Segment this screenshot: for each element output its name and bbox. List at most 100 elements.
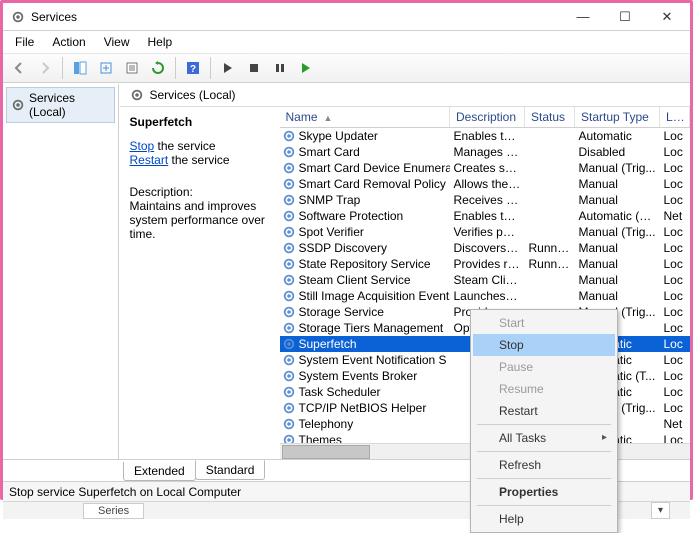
table-row[interactable]: Skype UpdaterEnables the ...AutomaticLoc xyxy=(280,128,690,145)
gear-icon xyxy=(282,305,296,319)
service-name: Storage Service xyxy=(299,305,384,319)
gear-icon xyxy=(282,273,296,287)
help-button[interactable]: ? xyxy=(181,56,205,80)
gear-icon xyxy=(282,177,296,191)
service-startup: Manual (Trig... xyxy=(575,160,660,176)
ctx-all-tasks[interactable]: All Tasks▸ xyxy=(473,427,615,449)
tree-item-services-local[interactable]: Services (Local) xyxy=(6,87,115,123)
table-row[interactable]: Spot VerifierVerifies pote...Manual (Tri… xyxy=(280,224,690,240)
restart-link[interactable]: Restart xyxy=(130,153,169,167)
table-row[interactable]: Still Image Acquisition EventsLaunches a… xyxy=(280,288,690,304)
ctx-start: Start xyxy=(473,312,615,334)
gear-icon xyxy=(282,385,296,399)
col-logon[interactable]: Log xyxy=(660,107,690,128)
toolbar: ? xyxy=(3,53,690,83)
table-row[interactable]: Smart Card Removal PolicyAllows the s...… xyxy=(280,176,690,192)
stop-service-line: Stop the service xyxy=(130,139,270,153)
service-status xyxy=(525,288,575,304)
gear-icon xyxy=(282,209,296,223)
start-service-button[interactable] xyxy=(216,56,240,80)
ctx-help[interactable]: Help xyxy=(473,508,615,530)
gear-icon xyxy=(282,353,296,367)
properties-button[interactable] xyxy=(120,56,144,80)
service-startup: Manual xyxy=(575,176,660,192)
refresh-button[interactable] xyxy=(146,56,170,80)
table-row[interactable]: SSDP DiscoveryDiscovers n...RunningManua… xyxy=(280,240,690,256)
service-name: System Events Broker xyxy=(299,369,418,383)
context-menu: Start Stop Pause Resume Restart All Task… xyxy=(470,309,618,533)
col-name[interactable]: Name▲ xyxy=(280,107,450,128)
close-button[interactable]: ✕ xyxy=(646,4,688,30)
gear-icon xyxy=(282,241,296,255)
table-row[interactable]: Steam Client ServiceSteam Clien...Manual… xyxy=(280,272,690,288)
scrollbar-thumb[interactable] xyxy=(282,445,370,459)
service-name: System Event Notification S xyxy=(299,353,447,367)
table-row[interactable]: Smart CardManages ac...DisabledLoc xyxy=(280,144,690,160)
service-logon: Loc xyxy=(660,320,690,336)
service-startup: Automatic xyxy=(575,128,660,145)
show-hide-tree-button[interactable] xyxy=(68,56,92,80)
service-name: Software Protection xyxy=(299,209,404,223)
gear-icon xyxy=(282,145,296,159)
menu-separator xyxy=(477,505,611,506)
service-status xyxy=(525,176,575,192)
service-status: Running xyxy=(525,240,575,256)
restart-service-button[interactable] xyxy=(294,56,318,80)
col-description[interactable]: Description xyxy=(450,107,525,128)
service-description: Enables the ... xyxy=(450,128,525,145)
chevron-down-icon[interactable]: ▾ xyxy=(651,502,670,519)
table-row[interactable]: Software Protection Enables the ... Automa… xyxy=(280,208,690,224)
tab-extended[interactable]: Extended xyxy=(123,462,196,481)
service-logon: Net xyxy=(660,208,690,224)
service-name: Smart Card xyxy=(299,145,360,159)
col-startup-type[interactable]: Startup Type xyxy=(575,107,660,128)
minimize-button[interactable]: — xyxy=(562,4,604,30)
stop-service-button[interactable] xyxy=(242,56,266,80)
tree-item-label: Services (Local) xyxy=(29,91,110,119)
table-row[interactable]: SNMP TrapReceives tra...ManualLoc xyxy=(280,192,690,208)
service-status xyxy=(525,128,575,145)
forward-button[interactable] xyxy=(33,56,57,80)
services-icon xyxy=(11,98,25,112)
menu-file[interactable]: File xyxy=(7,33,42,51)
service-description: Steam Clien... xyxy=(450,272,525,288)
table-row[interactable]: Smart Card Device Enumera...Creates soft… xyxy=(280,160,690,176)
gear-icon xyxy=(282,129,296,143)
service-logon: Loc xyxy=(660,336,690,352)
ctx-restart[interactable]: Restart xyxy=(473,400,615,422)
gear-icon xyxy=(282,225,296,239)
sort-asc-icon: ▲ xyxy=(324,113,333,123)
gear-icon xyxy=(282,337,296,351)
service-description: Manages ac... xyxy=(450,144,525,160)
service-startup: Automatic (D... xyxy=(575,208,660,224)
tab-standard[interactable]: Standard xyxy=(195,460,266,480)
service-name: Telephony xyxy=(299,417,354,431)
service-description: Enables the ... xyxy=(450,208,525,224)
ctx-stop[interactable]: Stop xyxy=(473,334,615,356)
menu-view[interactable]: View xyxy=(96,33,138,51)
service-status xyxy=(525,272,575,288)
description-text: Maintains and improves system performanc… xyxy=(130,199,270,241)
service-name: Still Image Acquisition Events xyxy=(299,289,450,303)
table-row[interactable]: State Repository ServiceProvides re...Ru… xyxy=(280,256,690,272)
gear-icon xyxy=(282,417,296,431)
stop-link[interactable]: Stop xyxy=(130,139,155,153)
svg-text:?: ? xyxy=(190,64,196,75)
service-info-panel: Superfetch Stop the service Restart the … xyxy=(120,107,280,459)
service-description: Provides re... xyxy=(450,256,525,272)
service-logon: Loc xyxy=(660,192,690,208)
menu-separator xyxy=(477,424,611,425)
export-button[interactable] xyxy=(94,56,118,80)
back-button[interactable] xyxy=(7,56,31,80)
maximize-button[interactable]: ☐ xyxy=(604,4,646,30)
tree-pane: Services (Local) xyxy=(3,84,119,459)
service-name: State Repository Service xyxy=(299,257,431,271)
service-status xyxy=(525,160,575,176)
ctx-refresh[interactable]: Refresh xyxy=(473,454,615,476)
gear-icon xyxy=(282,257,296,271)
menu-help[interactable]: Help xyxy=(140,33,181,51)
col-status[interactable]: Status xyxy=(525,107,575,128)
menu-action[interactable]: Action xyxy=(44,33,93,51)
service-name: Steam Client Service xyxy=(299,273,411,287)
pause-service-button[interactable] xyxy=(268,56,292,80)
